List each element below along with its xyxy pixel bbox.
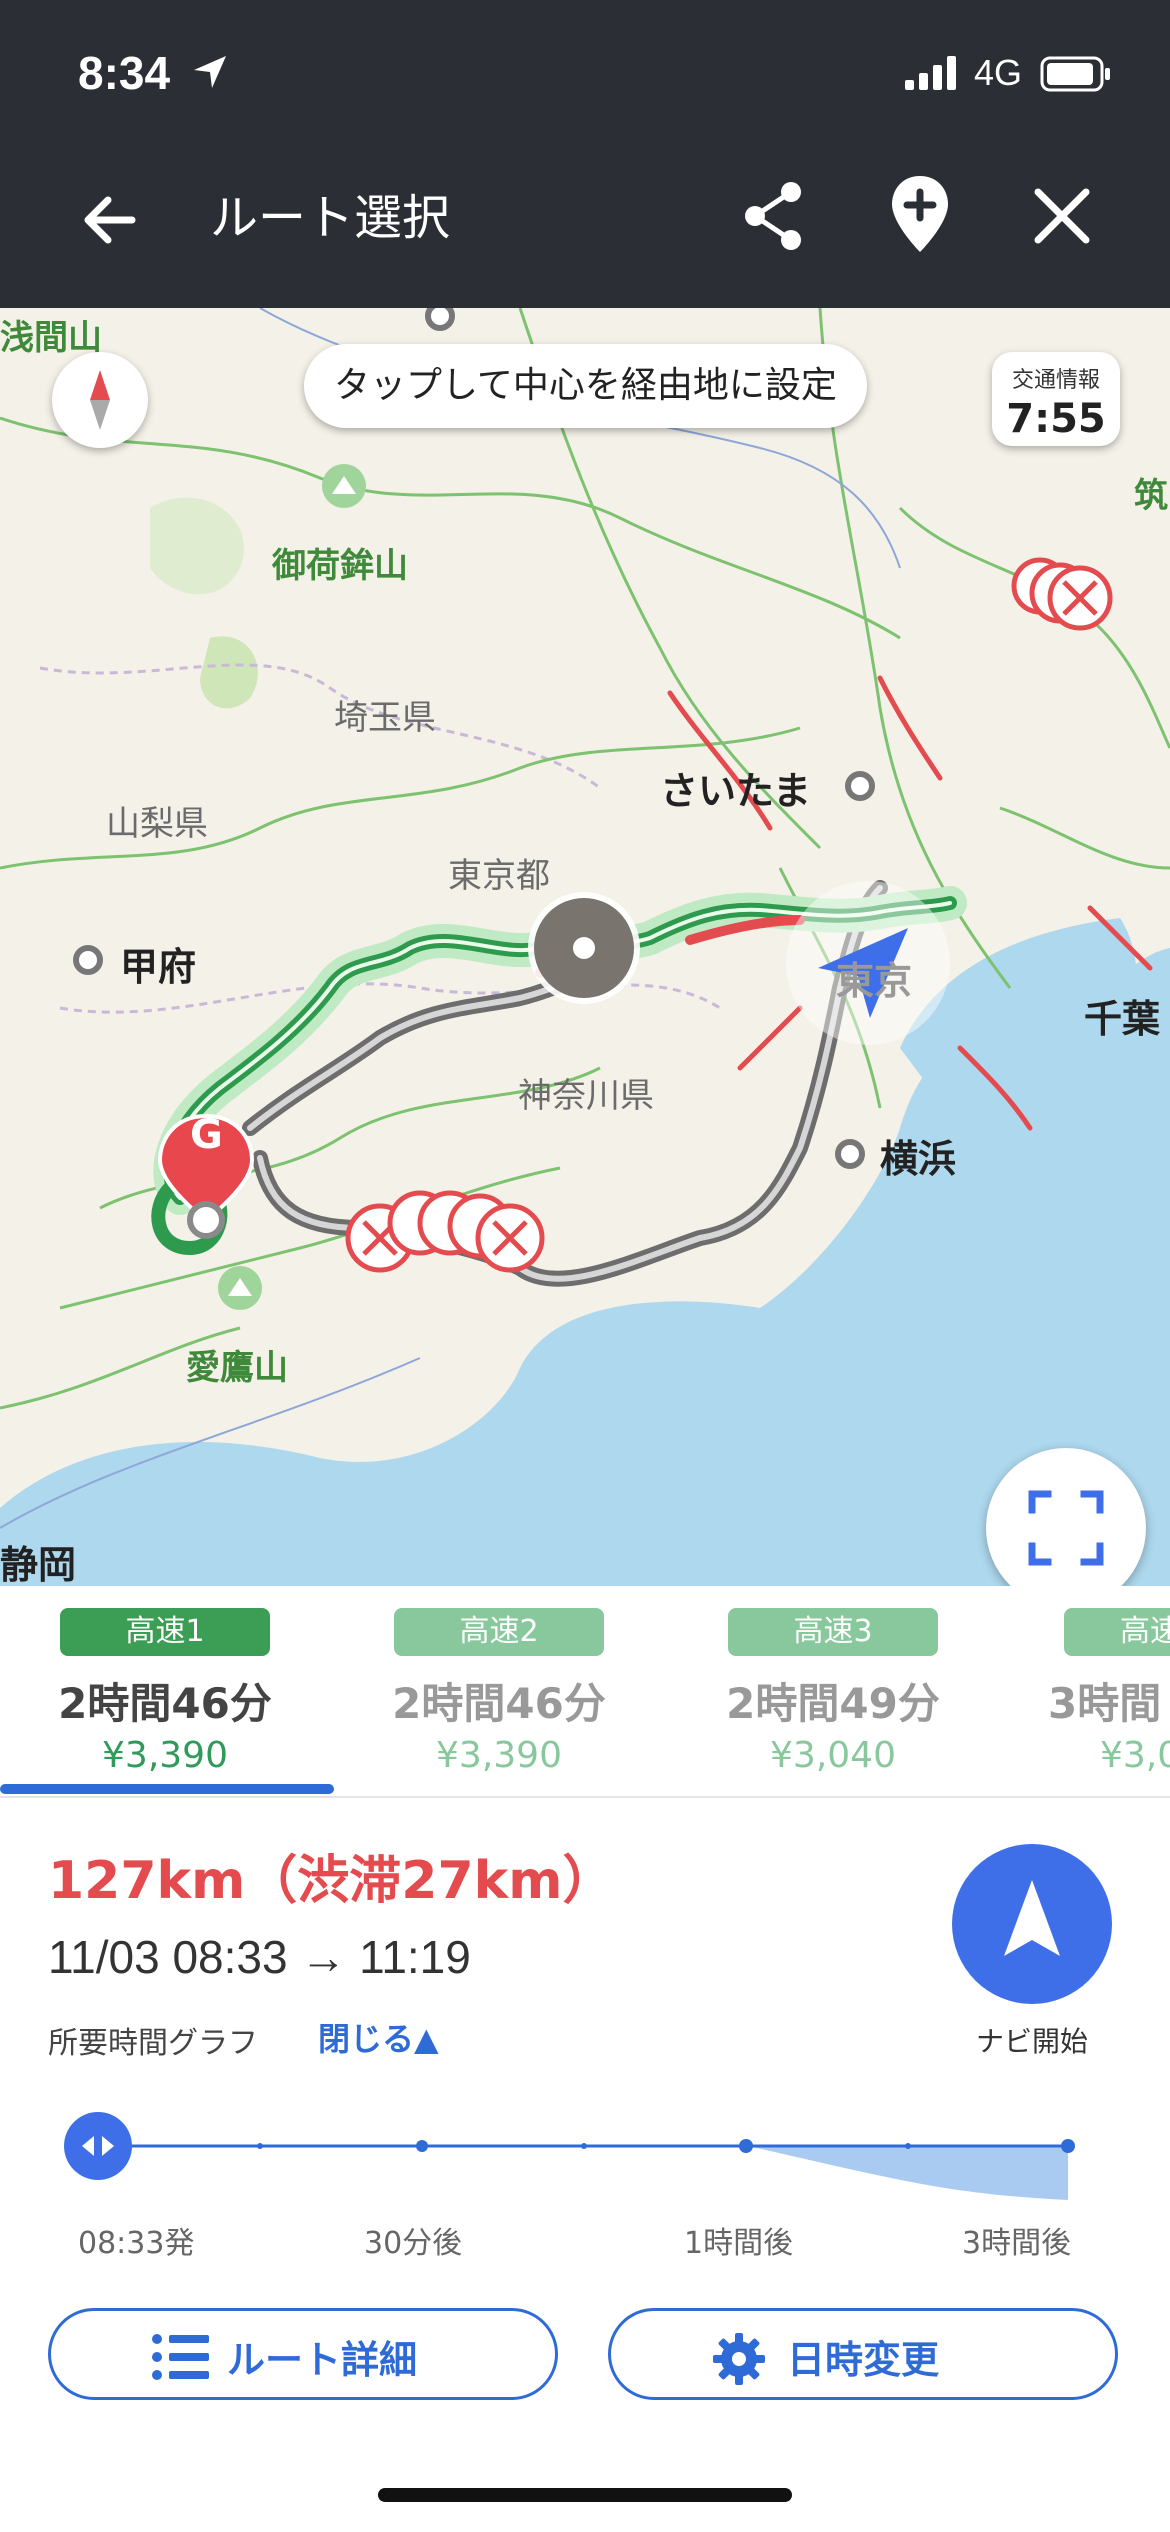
route-duration: 2時間46分 [58, 1679, 272, 1728]
map-label-aitaka: 愛鷹山 [186, 1348, 288, 1388]
route-price: ¥3,0 [1100, 1735, 1170, 1776]
route-badge: 高速 [1064, 1608, 1170, 1656]
share-icon[interactable] [735, 176, 815, 256]
navigation-arrow-icon [1004, 1880, 1060, 1956]
graph-slider-handle[interactable] [64, 2112, 132, 2180]
goal-marker-label[interactable]: G [190, 1112, 223, 1158]
map-label-yamanashi-pref: 山梨県 [106, 804, 208, 844]
traffic-info-button[interactable]: 交通情報 7:55 [992, 352, 1120, 446]
map-label-saitama-city: さいたま [660, 769, 811, 813]
map-label-kanagawa-pref: 神奈川県 [518, 1076, 654, 1116]
compass-icon [90, 370, 110, 430]
route-time-range: 11/03 08:33 → 11:19 [48, 1931, 471, 1983]
map-label-kofu: 甲府 [120, 945, 197, 989]
map-label-chiba: 千葉 [1084, 997, 1161, 1041]
route-tab-2[interactable]: 高速2 2時間46分 ¥3,390 [334, 1608, 664, 1776]
route-duration: 2時間46分 [392, 1679, 606, 1728]
status-time: 8:34 [78, 47, 171, 99]
route-price: ¥3,390 [102, 1735, 228, 1776]
hint-pill-text: タップして中心を経由地に設定 [334, 365, 837, 406]
route-distance: 127km（渋滞27km） [48, 1851, 615, 1911]
fullscreen-button[interactable] [986, 1448, 1146, 1586]
duration-graph [64, 2112, 1075, 2200]
graph-tick-label: 1時間後 [684, 2226, 794, 2261]
route-badge: 高速3 [728, 1608, 938, 1656]
traffic-info-time: 7:55 [1006, 396, 1106, 442]
network-type: 4G [974, 52, 1023, 93]
route-detail-button[interactable]: ルート詳細 [48, 2308, 558, 2400]
map-label-okazan: 御荷鉾山 [272, 546, 408, 586]
duration-graph-label: 所要時間グラフ [48, 2026, 258, 2061]
map-label-saitama-pref: 埼玉県 [334, 698, 436, 738]
compass-button[interactable] [52, 352, 148, 448]
add-waypoint-pin-icon[interactable] [880, 170, 960, 260]
graph-tick-label: 30分後 [364, 2226, 463, 2261]
graph-tick-label: 3時間後 [962, 2226, 1072, 2261]
start-navigation-button[interactable] [952, 1844, 1112, 2004]
home-indicator[interactable] [378, 2488, 792, 2502]
route-price: ¥3,040 [770, 1735, 896, 1776]
page-title: ルート選択 [210, 190, 451, 246]
change-datetime-button[interactable]: 日時変更 [608, 2308, 1118, 2400]
location-arrow-icon [194, 56, 226, 88]
map-label-yokohama: 横浜 [880, 1137, 957, 1181]
graph-toggle-link[interactable]: 閉じる▲ [318, 2014, 439, 2060]
gear-icon [713, 2333, 765, 2385]
route-tabs: 高速1 2時間46分 ¥3,390 高速2 2時間46分 ¥3,390 高速3 … [0, 1586, 1170, 1798]
map-label-shizuoka: 静岡 [0, 1543, 77, 1586]
graph-tick-label: 08:33発 [78, 2226, 195, 2261]
route-tab-3[interactable]: 高速3 2時間49分 ¥3,040 [668, 1608, 998, 1776]
route-duration: 2時間49分 [726, 1679, 940, 1728]
route-map[interactable]: 浅間山 御荷鉾山 埼玉県 山梨県 さいたま 東京都 甲府 東京 千葉 神奈川県 … [0, 308, 1170, 1586]
route-duration: 3時間 [1048, 1679, 1162, 1728]
route-summary: 127km（渋滞27km） 11/03 08:33 → 11:19 所要時間グラ… [0, 1798, 1170, 2532]
traffic-info-label: 交通情報 [1011, 368, 1100, 393]
signal-icon [905, 56, 956, 90]
back-arrow-icon[interactable] [70, 180, 150, 260]
map-label-tokyo-to: 東京都 [448, 856, 550, 896]
map-label-tsuku: 筑 [1134, 476, 1168, 516]
route-detail-label: ルート詳細 [227, 2338, 418, 2382]
route-price: ¥3,390 [436, 1735, 562, 1776]
set-waypoint-hint-pill[interactable]: タップして中心を経由地に設定 [304, 344, 867, 428]
route-badge: 高速1 [60, 1608, 270, 1656]
list-icon [152, 2334, 209, 2380]
active-tab-indicator [0, 1784, 334, 1794]
start-navigation-label: ナビ開始 [975, 2025, 1088, 2058]
route-tab-4[interactable]: 高速 3時間 ¥3,0 [1002, 1608, 1170, 1776]
route-tab-1[interactable]: 高速1 2時間46分 ¥3,390 [0, 1608, 330, 1776]
header-bar: ルート選択 [0, 140, 1170, 308]
battery-icon [1040, 56, 1110, 92]
close-icon[interactable] [1022, 176, 1102, 256]
fullscreen-icon [1028, 1490, 1104, 1566]
map-label-tokyo: 東京 [836, 959, 913, 1003]
change-datetime-label: 日時変更 [787, 2338, 940, 2382]
status-bar: 8:34 4G [0, 0, 1170, 140]
route-badge: 高速2 [394, 1608, 604, 1656]
